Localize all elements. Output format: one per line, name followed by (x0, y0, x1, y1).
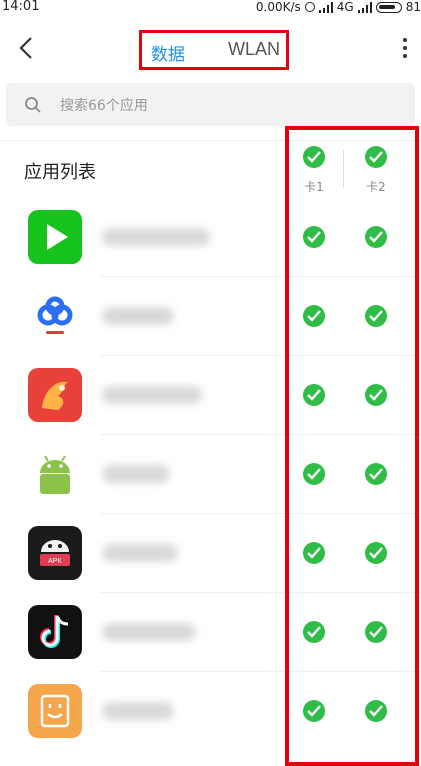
check-icon (307, 626, 321, 638)
check-icon (307, 705, 321, 717)
check-icon (369, 310, 383, 322)
check-icon (369, 231, 383, 243)
header: 数据 WLAN (0, 16, 421, 80)
column-divider (343, 150, 344, 188)
sim1-header[interactable]: 卡1 (294, 146, 334, 194)
app-name-redacted (102, 623, 196, 641)
check-icon (307, 389, 321, 401)
check-icon (307, 231, 321, 243)
sim2-all-toggle[interactable] (365, 146, 387, 168)
sim2-label: 卡2 (366, 180, 386, 194)
check-icon (369, 626, 383, 638)
check-icon (307, 310, 321, 322)
back-button[interactable] (14, 34, 42, 62)
sim1-toggle[interactable] (303, 384, 325, 406)
tab-wlan[interactable]: WLAN (228, 39, 280, 60)
app-row: APK (0, 514, 421, 593)
list-title: 应用列表 (24, 162, 96, 183)
app-name-redacted (102, 544, 178, 562)
status-icons: 0.00K/s 4G 81 (256, 0, 421, 15)
check-icon (307, 468, 321, 480)
check-icon (369, 705, 383, 717)
network-speed: 0.00K/s (255, 0, 301, 14)
battery-icon (375, 1, 402, 13)
battery-level: 81 (405, 0, 421, 14)
sim1-toggle[interactable] (303, 621, 325, 643)
sim1-label: 卡1 (304, 180, 324, 194)
sim2-toggle[interactable] (365, 226, 387, 248)
app-name-redacted (102, 702, 174, 720)
sim1-toggle[interactable] (303, 700, 325, 722)
sim2-toggle[interactable] (365, 700, 387, 722)
check-icon (369, 547, 383, 559)
app-row (0, 198, 421, 277)
check-icon (369, 389, 383, 401)
sim1-toggle[interactable] (303, 463, 325, 485)
tab-data[interactable]: 数据 (151, 40, 185, 65)
app-name-redacted (102, 228, 210, 246)
baidu-netdisk-icon (28, 289, 82, 343)
check-icon (369, 151, 383, 163)
sim2-toggle[interactable] (365, 305, 387, 327)
sim2-toggle[interactable] (365, 621, 387, 643)
sim2-toggle[interactable] (365, 384, 387, 406)
search-input[interactable]: 搜索66个应用 (6, 83, 415, 126)
phoenix-app-icon (28, 368, 82, 422)
tiktok-icon (28, 605, 82, 659)
app-row (0, 277, 421, 356)
sim2-toggle[interactable] (365, 542, 387, 564)
app-row (0, 356, 421, 435)
app-name-redacted (102, 386, 202, 404)
sim2-toggle[interactable] (365, 463, 387, 485)
sim1-all-toggle[interactable] (303, 146, 325, 168)
check-icon (369, 468, 383, 480)
sim1-toggle[interactable] (303, 226, 325, 248)
network-type: 4G (336, 0, 354, 14)
search-placeholder: 搜索66个应用 (60, 98, 148, 114)
app-row (0, 593, 421, 672)
smile-book-icon (28, 684, 82, 738)
check-icon (307, 151, 321, 163)
status-time: 14:01 (2, 0, 40, 14)
app-name-redacted (102, 307, 174, 325)
sim1-toggle[interactable] (303, 305, 325, 327)
app-name-redacted (102, 465, 170, 483)
back-arrow-icon (19, 37, 32, 59)
apk-installer-icon: APK (28, 526, 82, 580)
alarm-icon (304, 2, 315, 12)
sim1-toggle[interactable] (303, 542, 325, 564)
status-bar: 14:01 0.00K/s 4G 81 (0, 0, 421, 16)
check-icon (307, 547, 321, 559)
tab-group: 数据 WLAN (139, 30, 289, 70)
app-row (0, 672, 421, 751)
svg-text:APK: APK (48, 558, 62, 565)
signal-icon (318, 1, 333, 13)
app-row (0, 435, 421, 514)
android-icon (28, 447, 82, 501)
search-icon (25, 97, 41, 113)
sim2-header[interactable]: 卡2 (356, 146, 396, 194)
play-app-icon (28, 210, 82, 264)
signal-icon-2 (357, 1, 372, 13)
more-options-button[interactable] (401, 38, 409, 60)
